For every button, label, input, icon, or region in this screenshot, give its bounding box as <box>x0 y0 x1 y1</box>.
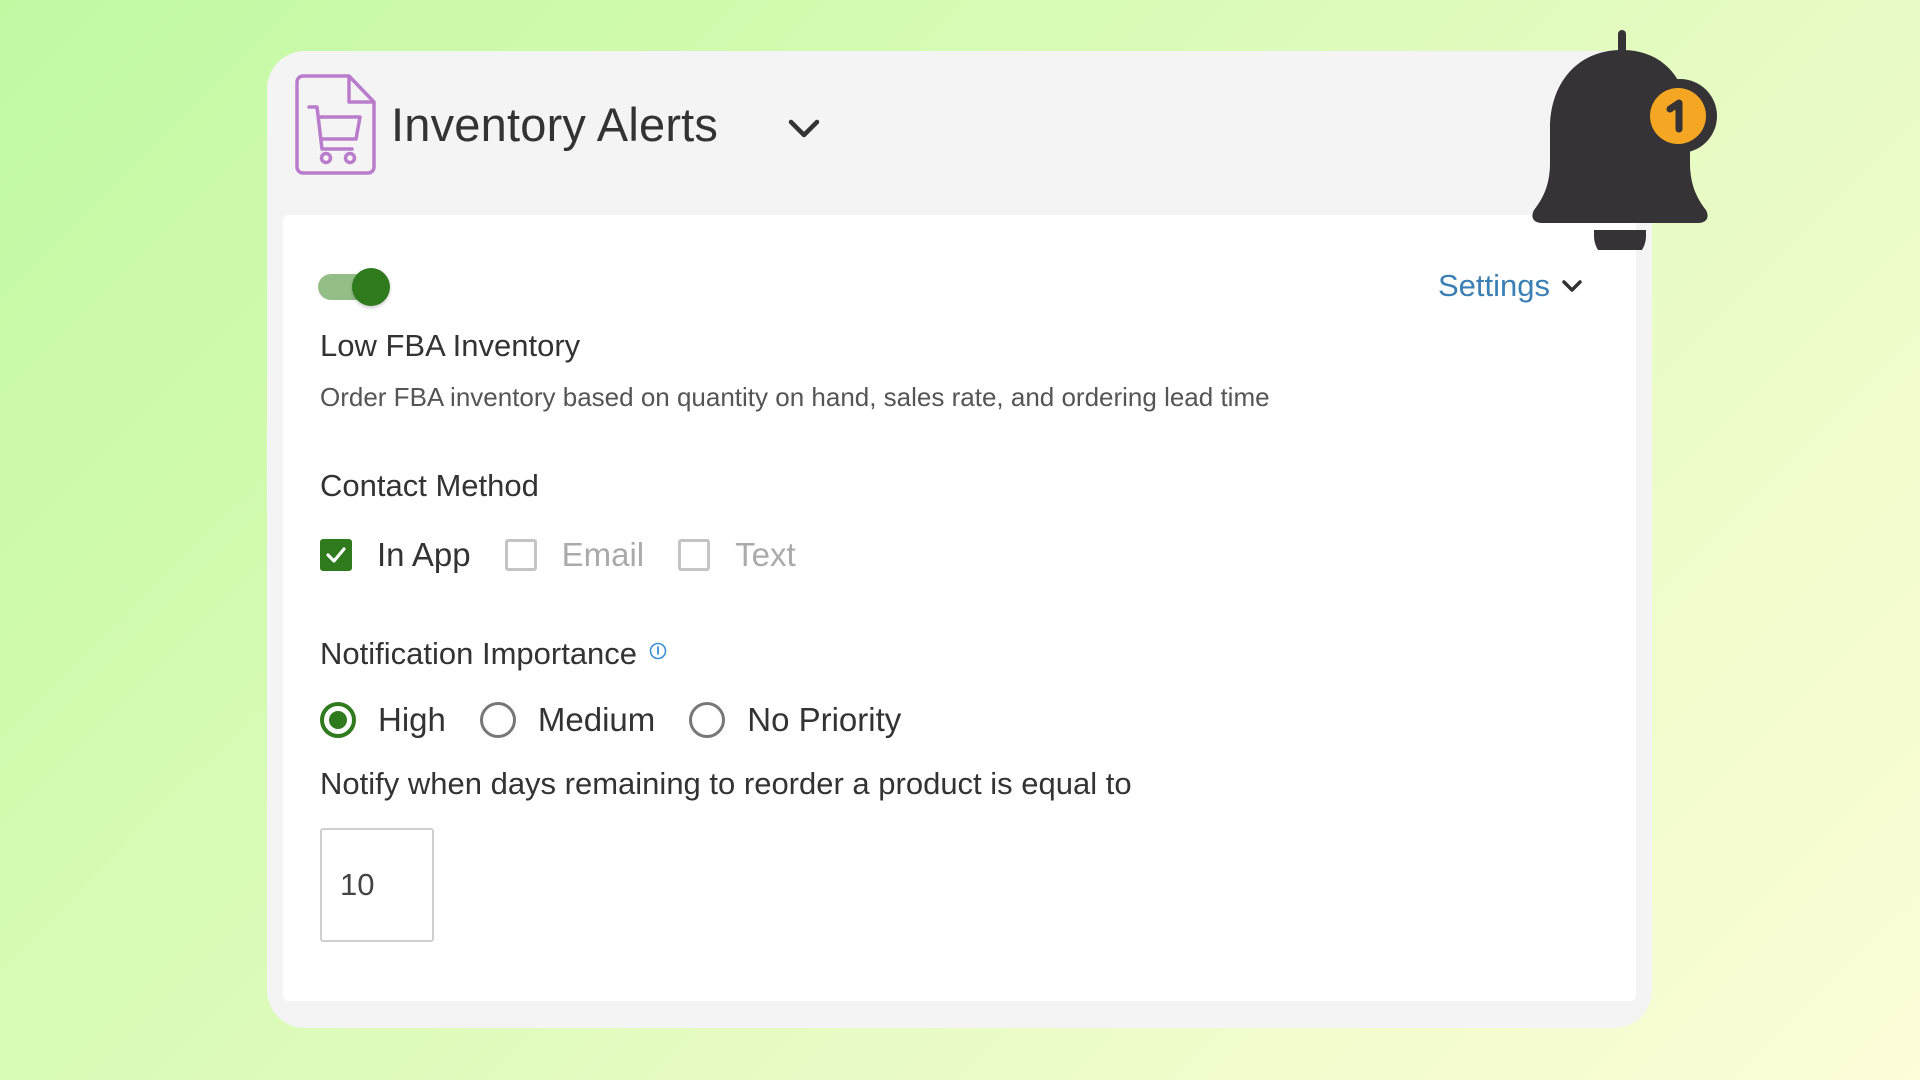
radio-button[interactable] <box>320 702 356 738</box>
checkbox-label: Text <box>735 536 796 573</box>
radio-label: High <box>378 701 446 738</box>
settings-dropdown-button[interactable]: Settings <box>1438 268 1584 304</box>
chevron-down-icon[interactable] <box>786 114 822 142</box>
chevron-down-icon <box>1562 280 1582 292</box>
checkbox-label: In App <box>377 536 471 573</box>
alert-enabled-toggle[interactable] <box>318 268 394 306</box>
radio-no-priority[interactable]: No Priority <box>689 701 901 739</box>
checkbox-box[interactable] <box>678 539 711 571</box>
reorder-days-label: Notify when days remaining to reorder a … <box>320 766 1132 801</box>
cart-document-icon <box>295 74 376 175</box>
checkbox-box[interactable] <box>504 539 537 571</box>
radio-label: Medium <box>537 701 656 738</box>
checkbox-in-app[interactable]: In App <box>320 536 471 574</box>
page-title: Inventory Alerts <box>391 98 719 151</box>
checkbox-label: Email <box>561 536 645 573</box>
radio-medium[interactable]: Medium <box>479 701 656 739</box>
info-icon[interactable] <box>649 642 667 660</box>
importance-options: High Medium No Priority <box>320 701 935 739</box>
radio-button[interactable] <box>689 702 726 738</box>
toggle-knob <box>352 268 390 306</box>
notification-importance-label: Notification Importance <box>320 636 667 672</box>
settings-label: Settings <box>1438 268 1551 303</box>
reorder-days-input[interactable] <box>320 828 434 942</box>
notification-bell[interactable]: 1 <box>1530 28 1720 250</box>
radio-button[interactable] <box>479 702 516 738</box>
importance-label-text: Notification Importance <box>320 636 638 671</box>
checkmark-icon <box>326 547 346 563</box>
badge-count: 1 <box>1530 28 1531 29</box>
radio-high[interactable]: High <box>320 701 446 739</box>
contact-method-label: Contact Method <box>320 468 539 503</box>
checkbox-box[interactable] <box>320 539 352 571</box>
radio-label: No Priority <box>747 701 902 738</box>
contact-method-options: In App Email Text <box>320 536 830 574</box>
checkbox-text[interactable]: Text <box>678 536 796 574</box>
checkbox-email[interactable]: Email <box>504 536 645 574</box>
alert-title: Low FBA Inventory <box>320 328 581 363</box>
alert-description: Order FBA inventory based on quantity on… <box>320 382 1270 412</box>
